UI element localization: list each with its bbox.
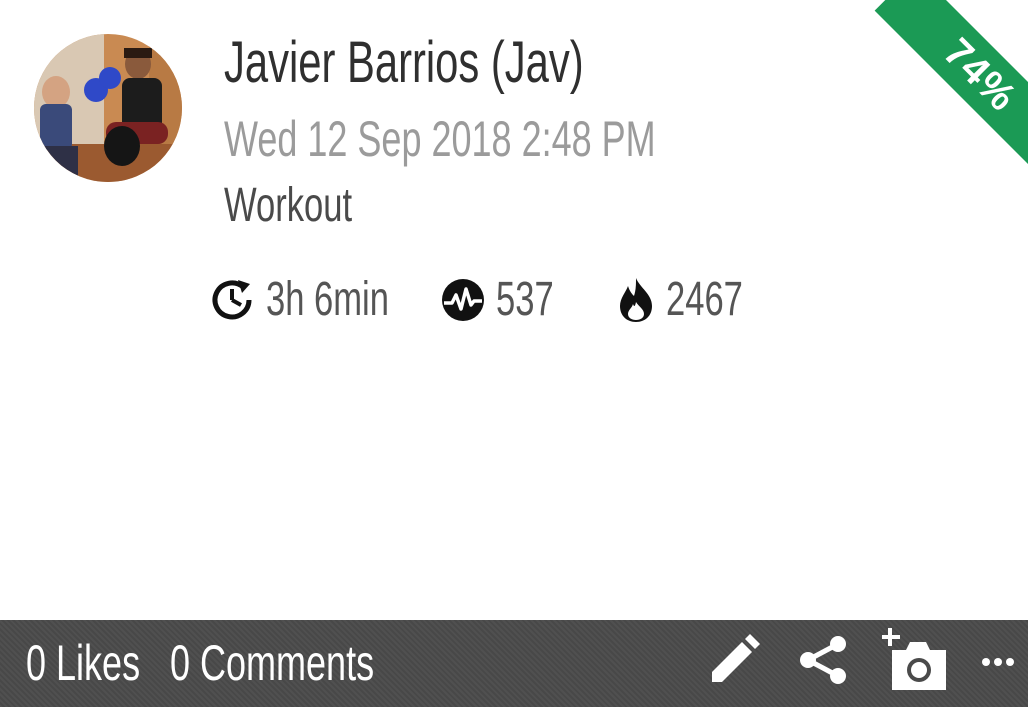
calories-stat: 2467 (616, 270, 773, 330)
heart-rate-value: 537 (496, 273, 554, 326)
post-date: Wed 12 Sep 2018 2:48 PM (224, 111, 656, 167)
add-photo-icon (882, 628, 946, 690)
add-photo-button[interactable] (882, 628, 950, 692)
heart-rate-stat: 537 (440, 270, 576, 330)
duration-value: 3h 6min (266, 273, 389, 326)
heart-rate-icon (442, 279, 484, 321)
completion-ribbon: 74% (838, 0, 1028, 190)
more-button[interactable] (978, 632, 1018, 688)
user-name[interactable]: Javier Barrios (Jav) (224, 28, 724, 98)
calories-value: 2467 (666, 273, 743, 326)
share-button[interactable] (796, 632, 852, 688)
completion-badge: 74% (874, 0, 1028, 181)
activity-type: Workout (224, 179, 353, 232)
completion-percent: 74% (935, 29, 1026, 120)
more-icon (982, 658, 1014, 666)
comments-count[interactable]: 0 Comments (170, 632, 453, 694)
flame-icon (620, 278, 652, 322)
duration-clock-icon (212, 280, 252, 320)
likes-count[interactable]: 0 Likes (26, 632, 184, 694)
action-bar: 0 Likes 0 Comments (0, 620, 1028, 707)
edit-button[interactable] (706, 632, 762, 688)
share-icon (800, 636, 846, 684)
duration-stat: 3h 6min (208, 270, 437, 330)
pencil-icon (712, 634, 760, 682)
avatar[interactable] (34, 34, 182, 182)
